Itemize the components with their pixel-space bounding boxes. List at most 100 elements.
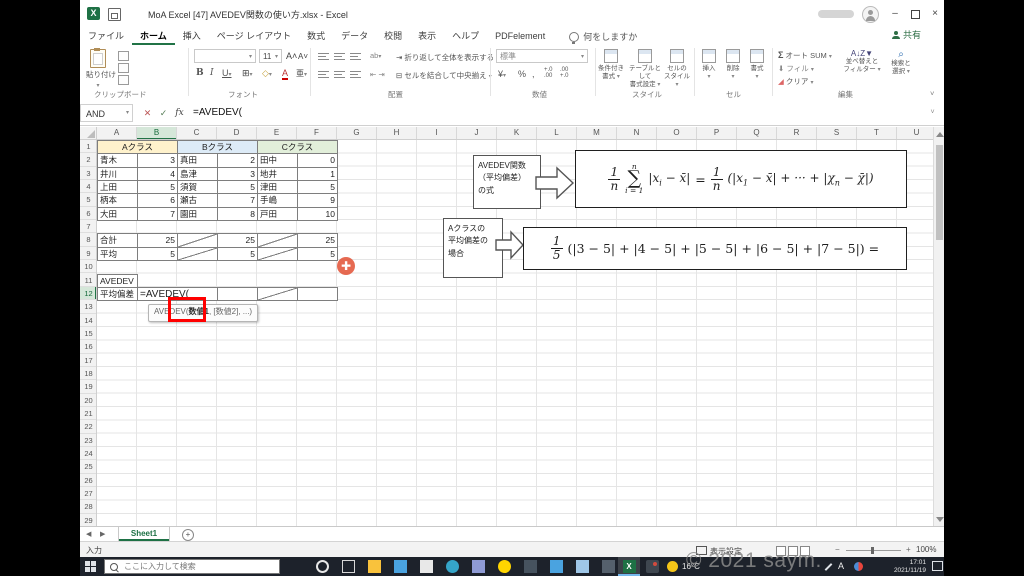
row-header-10[interactable]: 10 bbox=[80, 260, 96, 274]
fill-button[interactable]: ⬇ フィル ▾ bbox=[778, 63, 814, 74]
cell[interactable]: 上田 bbox=[97, 180, 138, 195]
cell[interactable]: 10 bbox=[297, 206, 338, 222]
cell[interactable]: 5 bbox=[137, 180, 178, 195]
onenote-icon[interactable] bbox=[472, 560, 485, 573]
align-left-icon[interactable] bbox=[318, 69, 329, 78]
row-header-14[interactable]: 14 bbox=[80, 314, 96, 327]
tab-page-layout[interactable]: ページ レイアウト bbox=[209, 28, 299, 45]
pinned-app-icon[interactable] bbox=[524, 560, 537, 573]
edge-icon[interactable] bbox=[446, 560, 459, 573]
next-sheet-icon[interactable]: ▶ bbox=[100, 530, 105, 538]
expand-formula-bar-icon[interactable]: ˅ bbox=[925, 104, 940, 122]
photos-icon[interactable] bbox=[394, 560, 407, 573]
align-middle-icon[interactable] bbox=[334, 51, 345, 60]
cell[interactable]: 7 bbox=[137, 206, 178, 222]
file-explorer-icon[interactable] bbox=[368, 560, 381, 573]
mail-icon[interactable] bbox=[550, 560, 563, 573]
row-header-15[interactable]: 15 bbox=[80, 327, 96, 341]
excel-app-icon[interactable]: X bbox=[87, 7, 100, 20]
row-header-9[interactable]: 9 bbox=[80, 247, 96, 261]
cell[interactable] bbox=[257, 246, 298, 262]
row-header-8[interactable]: 8 bbox=[80, 233, 96, 247]
cell[interactable] bbox=[177, 246, 218, 262]
row-header-28[interactable]: 28 bbox=[80, 500, 96, 514]
row-header-3[interactable]: 3 bbox=[80, 167, 96, 181]
column-header-M[interactable]: M bbox=[577, 127, 617, 139]
cell[interactable]: 4 bbox=[137, 166, 178, 182]
vertical-scrollbar[interactable] bbox=[933, 127, 944, 526]
row-header-18[interactable]: 18 bbox=[80, 367, 96, 381]
cell[interactable]: 5 bbox=[297, 180, 338, 195]
cell[interactable]: Bクラス bbox=[177, 140, 258, 155]
cell[interactable]: 7 bbox=[217, 193, 258, 208]
cancel-entry-icon[interactable]: ✕ bbox=[140, 104, 155, 122]
orientation-icon[interactable]: ab▾ bbox=[370, 51, 381, 60]
zoom-level[interactable]: 100% bbox=[916, 545, 936, 554]
cell[interactable]: 大田 bbox=[97, 206, 138, 222]
search-input[interactable] bbox=[122, 561, 256, 572]
comma-icon[interactable]: , bbox=[532, 69, 535, 79]
cell[interactable]: 5 bbox=[137, 246, 178, 262]
cell[interactable]: 津田 bbox=[257, 180, 298, 195]
format-as-table-button[interactable]: テーブルとして 書式設定 ▾ bbox=[628, 49, 662, 90]
action-center-icon[interactable] bbox=[932, 561, 943, 571]
column-header-B[interactable]: B bbox=[137, 127, 177, 139]
align-top-icon[interactable] bbox=[318, 51, 329, 60]
clear-button[interactable]: ◢ クリア ▾ bbox=[778, 76, 813, 87]
pen-tray-icon[interactable] bbox=[824, 563, 833, 571]
phonetic-icon[interactable]: 亜▾ bbox=[296, 68, 307, 79]
align-bottom-icon[interactable] bbox=[350, 51, 361, 60]
column-header-H[interactable]: H bbox=[377, 127, 417, 139]
cell[interactable]: 25 bbox=[217, 233, 258, 248]
row-header-26[interactable]: 26 bbox=[80, 474, 96, 488]
cell[interactable]: Cクラス bbox=[257, 140, 338, 155]
cell[interactable]: 園田 bbox=[177, 206, 218, 222]
account-name-pill[interactable] bbox=[818, 10, 854, 18]
format-painter-icon[interactable] bbox=[118, 75, 129, 85]
column-header-K[interactable]: K bbox=[497, 127, 537, 139]
grow-font-icon[interactable]: A˄ bbox=[286, 51, 297, 61]
cell[interactable]: 須賀 bbox=[177, 180, 218, 195]
sticky-notes-icon[interactable] bbox=[498, 560, 511, 573]
cell[interactable]: 25 bbox=[297, 233, 338, 248]
start-button[interactable] bbox=[85, 561, 96, 572]
column-header-U[interactable]: U bbox=[897, 127, 933, 139]
cell[interactable]: 真田 bbox=[177, 153, 218, 168]
cell[interactable]: 0 bbox=[297, 153, 338, 168]
delete-cells-button[interactable]: 削除 ▾ bbox=[722, 49, 744, 82]
weather-icon[interactable] bbox=[667, 561, 678, 572]
cell[interactable] bbox=[177, 233, 218, 248]
align-right-icon[interactable] bbox=[350, 69, 361, 78]
cell[interactable]: 3 bbox=[217, 166, 258, 182]
format-cells-button[interactable]: 書式 ▾ bbox=[746, 49, 768, 82]
scroll-down-icon[interactable] bbox=[936, 517, 944, 522]
row-header-11[interactable]: 11 bbox=[80, 274, 96, 287]
ime-indicator[interactable]: A bbox=[838, 561, 844, 571]
row-header-25[interactable]: 25 bbox=[80, 460, 96, 474]
wrap-text-button[interactable]: ⇥ 折り返して全体を表示する bbox=[396, 52, 494, 63]
cell[interactable]: 5 bbox=[217, 180, 258, 195]
cell[interactable] bbox=[217, 286, 258, 302]
zoom-slider-thumb[interactable] bbox=[871, 547, 874, 554]
row-header-2[interactable]: 2 bbox=[80, 153, 96, 167]
column-header-Q[interactable]: Q bbox=[737, 127, 777, 139]
cell[interactable]: 1 bbox=[297, 166, 338, 182]
indent-icons[interactable]: ⇤ ⇥ bbox=[370, 70, 385, 79]
column-header-D[interactable]: D bbox=[217, 127, 257, 139]
copy-icon[interactable] bbox=[118, 63, 129, 73]
sheet-grid[interactable]: Aクラス Bクラス Cクラス 青木 3 真田 2 田中 0 井川 4 島津 3 地井 1 上田 5 須賀 5 津田 5 柄… bbox=[97, 140, 933, 526]
row-header-16[interactable]: 16 bbox=[80, 340, 96, 354]
row-header-13[interactable]: 13 bbox=[80, 300, 96, 314]
merge-center-button[interactable]: ⊟ セルを結合して中央揃え ▾ bbox=[396, 70, 492, 81]
tab-help[interactable]: ヘルプ bbox=[444, 28, 487, 45]
column-header-T[interactable]: T bbox=[857, 127, 897, 139]
taskbar-clock[interactable]: 17:01 2021/11/19 bbox=[874, 559, 926, 575]
column-header-I[interactable]: I bbox=[417, 127, 457, 139]
tell-me-box[interactable]: 何をしますか bbox=[569, 30, 637, 44]
cell[interactable]: 5 bbox=[217, 246, 258, 262]
cell[interactable]: 平均 bbox=[97, 246, 138, 262]
row-header-24[interactable]: 24 bbox=[80, 447, 96, 461]
calculator-icon[interactable] bbox=[576, 560, 589, 573]
tab-home[interactable]: ホーム bbox=[132, 28, 175, 45]
column-header-O[interactable]: O bbox=[657, 127, 697, 139]
